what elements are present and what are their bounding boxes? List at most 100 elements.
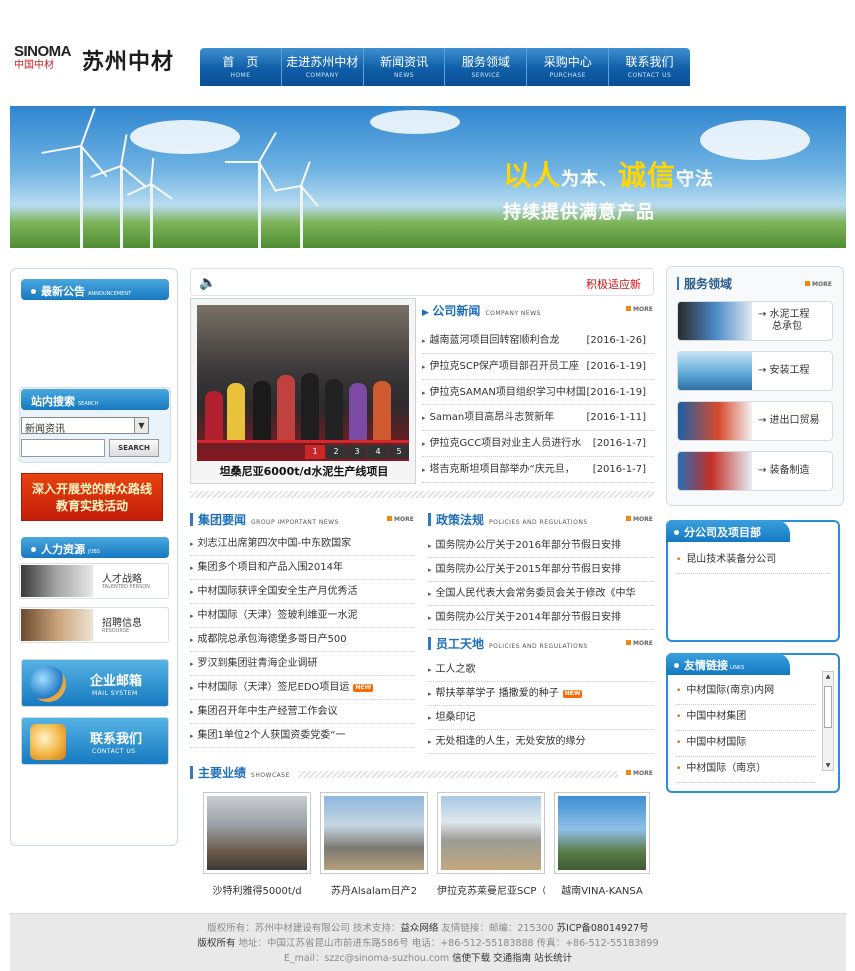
- crowd-figure: [227, 383, 245, 441]
- service-import-export[interactable]: → 进出口贸易: [677, 401, 833, 441]
- slide-caption[interactable]: 坦桑尼亚6000t/d水泥生产线项目: [191, 463, 417, 479]
- slogan-line2: 持续提供满意产品: [502, 202, 655, 223]
- list-item[interactable]: ▸ 中材国际获评全国安全生产月优秀活: [190, 580, 414, 604]
- scroll-thumb[interactable]: [824, 686, 832, 728]
- group-news-more-link[interactable]: MORE: [387, 516, 414, 523]
- news-title: 工人之歌: [435, 664, 476, 675]
- ticker-text[interactable]: 积极适应新: [586, 276, 641, 292]
- news-title: 伊拉克SAMAN项目组织学习中材国: [429, 386, 586, 398]
- scroll-up-icon[interactable]: ▲: [823, 673, 833, 680]
- showcase-more-link[interactable]: MORE: [626, 770, 653, 777]
- list-item[interactable]: • 中材国际（南京）: [676, 757, 816, 783]
- slide-page-4[interactable]: 4: [368, 445, 388, 459]
- bullet-icon: •: [676, 686, 682, 696]
- project-photo: [320, 792, 428, 874]
- banner-line: 深入开展党的群众路线: [31, 482, 152, 496]
- nav-service[interactable]: 服务领域 SERVICE: [445, 48, 528, 86]
- footer-link[interactable]: 益众网络: [400, 923, 438, 934]
- service-equipment[interactable]: → 装备制造: [677, 451, 833, 491]
- arrow-icon: ▸: [428, 690, 432, 698]
- sinoma-logo[interactable]: SINOMA 中国中材: [14, 44, 72, 72]
- footer-links[interactable]: 信使下载 交通指南 站长统计: [452, 953, 572, 964]
- list-item[interactable]: ▸ 集团多个项目和产品入围2014年: [190, 556, 414, 580]
- list-item[interactable]: ▸ 越南蓝河项目回转窑顺利合龙 [2016-1-26]: [422, 328, 654, 354]
- item-label: 招聘信息: [102, 618, 142, 629]
- list-item[interactable]: ▸ 中材国际（天津）签尼EDO项目运 NEW: [190, 676, 414, 700]
- scroll-down-icon[interactable]: ▼: [823, 762, 833, 769]
- nav-purchase[interactable]: 采购中心 PURCHASE: [527, 48, 610, 86]
- list-item[interactable]: ▸ 伊拉克SAMAN项目组织学习中材国 [2016-1-19]: [422, 380, 654, 406]
- slide-page-1[interactable]: 1: [305, 445, 325, 459]
- list-item[interactable]: • 中国中材国际: [676, 731, 816, 757]
- list-item[interactable]: ▸ 国务院办公厅关于2015年部分节假日安排: [428, 558, 654, 582]
- list-item[interactable]: ▸ 集团1单位2个人获国资委党委“一: [190, 724, 414, 748]
- services-more-link[interactable]: MORE: [805, 281, 832, 288]
- nav-company[interactable]: 走进苏州中材 COMPANY: [282, 48, 364, 86]
- list-item[interactable]: ▸ 伊拉克SCP保产项目部召开员工座 [2016-1-19]: [422, 354, 654, 380]
- company-news-list: ▸ 越南蓝河项目回转窑顺利合龙 [2016-1-26] ▸ 伊拉克SCP保产项目部召开…: [422, 328, 654, 483]
- section-title: 站内搜索: [31, 395, 75, 408]
- search-input[interactable]: [21, 439, 105, 457]
- slide-image[interactable]: [197, 305, 409, 461]
- hr-recruitment[interactable]: 招聘信息 RESOURSE: [19, 607, 169, 643]
- nav-home[interactable]: 首 页 HOME: [200, 48, 282, 86]
- list-item[interactable]: ▸ 刘志江出席第四次中国-中东欧国家: [190, 532, 414, 556]
- hero-banner: 以人为本、诚信守法 持续提供满意产品: [10, 106, 846, 248]
- list-item[interactable]: ▸ 全国人民代表大会常务委员会关于修改《中华: [428, 582, 654, 606]
- slide-page-5[interactable]: 5: [389, 445, 409, 459]
- icp-link[interactable]: 苏ICP备08014927号: [557, 923, 649, 934]
- search-button[interactable]: SEARCH: [109, 439, 159, 457]
- company-news-more-link[interactable]: MORE: [626, 306, 653, 313]
- list-item[interactable]: ▸ Saman项目高昂斗志贺新年 [2016-1-11]: [422, 405, 654, 432]
- mail-system-button[interactable]: 企业邮箱 MAIL SYSTEM: [21, 659, 169, 707]
- news-title: 坦桑印记: [435, 712, 476, 723]
- section-title: 公司新闻: [432, 304, 481, 318]
- list-item[interactable]: ▸ 伊拉克GCC项目对业主人员进行水 [2016-1-7]: [422, 431, 654, 457]
- slide-page-3[interactable]: 3: [347, 445, 367, 459]
- new-badge: NEW: [562, 690, 583, 698]
- list-item[interactable]: ▸ 帮扶莘莘学子 播撒爱的种子 NEW: [428, 682, 654, 706]
- nav-contact[interactable]: 联系我们 CONTACT US: [609, 48, 690, 86]
- banner-slogan: 以人为本、诚信守法 持续提供满意产品: [503, 154, 714, 224]
- crowd-figure: [253, 381, 271, 441]
- service-line: 总承包: [772, 321, 802, 332]
- nav-news[interactable]: 新闻资讯 NEWS: [364, 48, 446, 86]
- list-item[interactable]: ▸ 无处相逢的人生，无处安放的缘分: [428, 730, 654, 754]
- showcase-item[interactable]: 苏丹Alsalam日产2: [320, 792, 428, 897]
- list-item[interactable]: ▸ 塔吉克斯坦项目部举办“庆元旦， [2016-1-7]: [422, 457, 654, 483]
- showcase-item[interactable]: 越南VINA-KANSA: [554, 792, 650, 897]
- list-item[interactable]: ▸ 工人之歌: [428, 658, 654, 682]
- contact-us-button[interactable]: 联系我们 CONTACT US: [21, 717, 169, 765]
- slide-page-2[interactable]: 2: [326, 445, 346, 459]
- search-category-select[interactable]: 新闻资讯 ▼: [21, 417, 149, 435]
- slogan-part: 守法: [676, 169, 714, 190]
- links-scrollbar[interactable]: ▲ ▼: [822, 671, 834, 771]
- section-subtitle: POLICIES AND REGULATIONS: [489, 643, 588, 650]
- list-item[interactable]: ▸ 成都院总承包海德堡多哥日产500: [190, 628, 414, 652]
- arrow-icon: ▸: [190, 684, 194, 692]
- list-item[interactable]: • 中国中材集团: [676, 705, 816, 731]
- policy-more-link[interactable]: MORE: [626, 516, 653, 523]
- staff-more-link[interactable]: MORE: [626, 640, 653, 647]
- list-item[interactable]: ▸ 坦桑印记: [428, 706, 654, 730]
- party-campaign-banner[interactable]: 深入开展党的群众路线 教育实践活动: [21, 473, 163, 521]
- nav-label: 联系我们: [625, 55, 674, 69]
- list-item[interactable]: ▸ 中材国际（天津）签玻利维亚一水泥: [190, 604, 414, 628]
- service-installation[interactable]: → 安装工程: [677, 351, 833, 391]
- hr-talent-strategy[interactable]: 人才战略 TALENTED PERSON: [19, 563, 169, 599]
- section-subtitle: SEARCH: [78, 401, 99, 407]
- list-item[interactable]: ▸ 罗汉到集团驻青海企业调研: [190, 652, 414, 676]
- cloud: [370, 110, 460, 134]
- showcase-item[interactable]: 伊拉克苏莱曼尼亚SCP（: [437, 792, 545, 897]
- list-item[interactable]: ▸ 国务院办公厅关于2014年部分节假日安排: [428, 606, 654, 630]
- service-cement-epc[interactable]: → 水泥工程 总承包: [677, 301, 833, 341]
- list-item[interactable]: • 中材国际(南京)内网: [676, 679, 816, 705]
- arrow-icon: ▸: [422, 388, 426, 397]
- list-item[interactable]: ▸ 国务院办公厅关于2016年部分节假日安排: [428, 534, 654, 558]
- link-text: 中材国际（南京）: [686, 763, 767, 774]
- list-item[interactable]: ▸ 集团召开年中生产经营工作会议: [190, 700, 414, 724]
- arrow-icon: ▸: [428, 666, 432, 674]
- showcase-item[interactable]: 沙特利雅得5000t/d: [203, 792, 311, 897]
- list-item[interactable]: • 昆山技术装备分公司: [676, 548, 830, 574]
- service-line: → 进出口贸易: [758, 415, 820, 426]
